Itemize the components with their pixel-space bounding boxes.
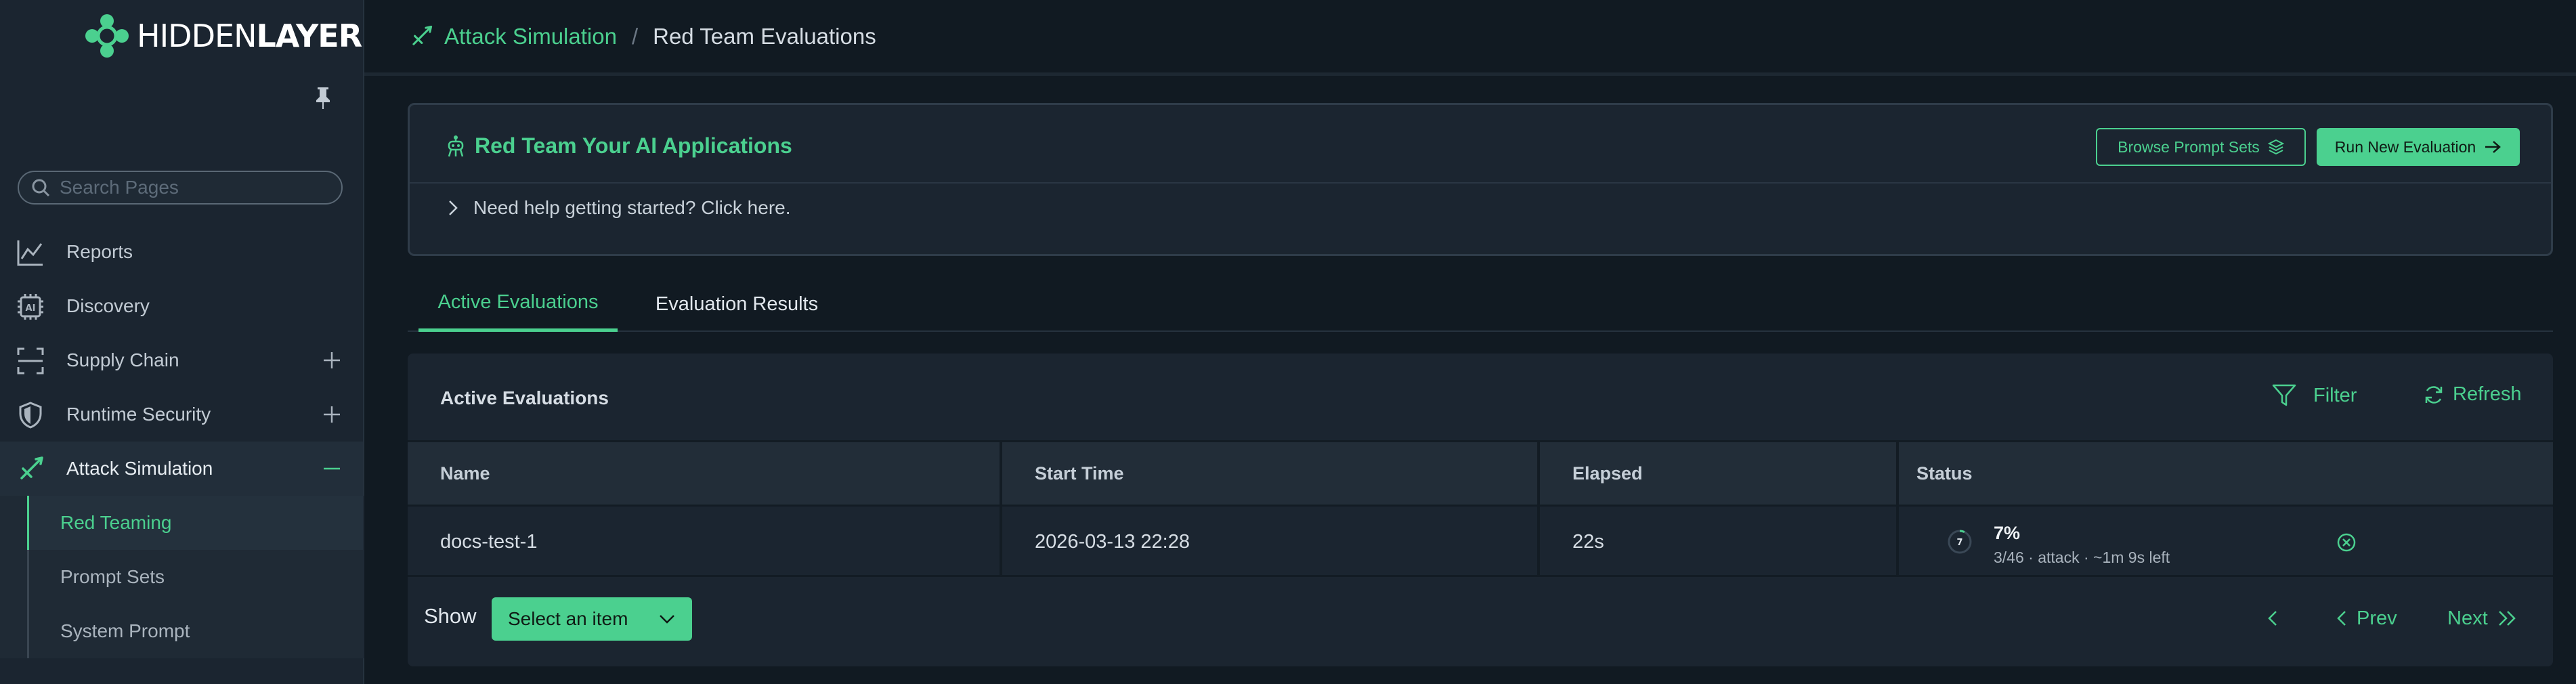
- sidebar-item-supply-chain[interactable]: Supply Chain: [0, 333, 363, 387]
- sidebar-item-label: Reports: [66, 241, 133, 262]
- card-header: Active Evaluations Filter Refresh: [408, 354, 2553, 440]
- status-detail: 3/46 · attack · ~1m 9s left: [1994, 549, 2170, 566]
- sidebar-item-label: Supply Chain: [66, 349, 179, 370]
- column-header-status[interactable]: Status: [1899, 442, 2553, 505]
- brand-name: HIDDENLAYER: [137, 18, 362, 54]
- chevron-down-icon: [660, 615, 674, 624]
- card-title: Active Evaluations: [440, 387, 609, 408]
- page-size-select[interactable]: Select an item: [492, 597, 692, 641]
- table-row[interactable]: docs-test-1 2026-03-13 22:28 22s 7 7% 3/…: [408, 507, 2553, 577]
- cell-elapsed: 22s: [1540, 507, 1899, 577]
- refresh-label: Refresh: [2453, 383, 2522, 405]
- sword-icon: [20, 456, 43, 479]
- search-box[interactable]: [18, 171, 343, 205]
- refresh-icon: [2425, 385, 2443, 404]
- next-label: Next: [2447, 607, 2488, 629]
- search-icon: [32, 179, 50, 197]
- filter-label: Filter: [2313, 384, 2357, 406]
- search-input[interactable]: [60, 177, 330, 198]
- tab-active-evaluations[interactable]: Active Evaluations: [418, 276, 618, 332]
- sidebar: HIDDENLAYER Reports AI Discovery Supply …: [0, 0, 364, 684]
- page-size-select-value: Select an item: [508, 608, 628, 629]
- banner-title: Red Team Your AI Applications: [475, 133, 792, 158]
- sidebar-subitem-red-teaming[interactable]: Red Teaming: [27, 496, 363, 550]
- refresh-button[interactable]: Refresh: [2423, 383, 2522, 406]
- banner-header: Red Team Your AI Applications Browse Pro…: [410, 105, 2551, 184]
- next-page-button[interactable]: Next: [2447, 600, 2518, 637]
- arrow-right-icon: [2485, 141, 2502, 153]
- sidebar-subitem-prompt-sets[interactable]: Prompt Sets: [27, 550, 363, 604]
- chevron-left-icon: [2337, 611, 2346, 626]
- sidebar-item-runtime-security[interactable]: Runtime Security: [0, 387, 363, 442]
- layers-icon: [2267, 139, 2284, 155]
- browse-prompt-sets-button[interactable]: Browse Prompt Sets: [2096, 128, 2306, 166]
- tab-bar: Active Evaluations Evaluation Results: [408, 276, 2553, 332]
- help-text: Need help getting started? Click here.: [473, 197, 791, 218]
- breadcrumb-separator: /: [631, 23, 639, 49]
- chevron-left-icon: [2268, 611, 2277, 626]
- tab-evaluation-results[interactable]: Evaluation Results: [622, 276, 852, 332]
- cell-name: docs-test-1: [408, 507, 1002, 577]
- browse-prompt-sets-label: Browse Prompt Sets: [2118, 137, 2260, 156]
- tab-label: Evaluation Results: [655, 293, 819, 315]
- column-header-label: Name: [440, 463, 490, 484]
- cell-status: 7 7% 3/46 · attack · ~1m 9s left: [1923, 507, 2553, 577]
- column-header-start-time[interactable]: Start Time: [1002, 442, 1540, 505]
- chart-line-icon: [17, 240, 43, 266]
- help-expander[interactable]: Need help getting started? Click here.: [448, 197, 791, 219]
- plus-icon[interactable]: [322, 405, 341, 424]
- show-label: Show: [424, 604, 477, 628]
- status-progress: 7%: [1994, 523, 2021, 543]
- sidebar-subitem-label: System Prompt: [60, 620, 190, 641]
- table-footer: Show Select an item Prev Next: [408, 577, 2553, 666]
- column-header-elapsed[interactable]: Elapsed: [1540, 442, 1899, 505]
- svg-text:AI: AI: [26, 303, 36, 314]
- sidebar-subitem-label: Prompt Sets: [60, 566, 165, 587]
- sword-icon: [412, 25, 433, 45]
- sidebar-subnav: Red Teaming Prompt Sets System Prompt: [0, 496, 364, 658]
- sidebar-item-label: Discovery: [66, 295, 150, 316]
- chevron-right-icon: [449, 200, 458, 215]
- ai-chip-icon: AI: [18, 294, 43, 320]
- red-team-banner: Red Team Your AI Applications Browse Pro…: [408, 103, 2553, 256]
- sidebar-subitem-system-prompt[interactable]: System Prompt: [27, 604, 363, 658]
- table-header: Name Start Time Elapsed Status: [408, 440, 2553, 507]
- breadcrumb: Attack Simulation / Red Team Evaluations: [364, 0, 2576, 76]
- sidebar-item-reports[interactable]: Reports: [0, 225, 363, 279]
- filter-icon: [2272, 384, 2296, 406]
- page-title: Red Team Evaluations: [653, 23, 876, 49]
- run-new-evaluation-button[interactable]: Run New Evaluation: [2317, 128, 2520, 166]
- active-evaluations-card: Active Evaluations Filter Refresh Name S…: [408, 354, 2553, 666]
- hiddenlayer-logo-icon: [85, 14, 129, 58]
- tab-label: Active Evaluations: [437, 291, 599, 313]
- scan-frame-icon: [17, 347, 44, 375]
- progress-ring-value: 7: [1956, 538, 1962, 548]
- cancel-evaluation-icon[interactable]: [2336, 532, 2357, 553]
- pin-icon[interactable]: [313, 86, 333, 110]
- robot-icon: [448, 135, 464, 157]
- minus-icon[interactable]: [322, 459, 341, 478]
- progress-ring-icon: 7: [1948, 530, 1972, 554]
- prev-label: Prev: [2357, 607, 2397, 629]
- prev-page-button[interactable]: Prev: [2336, 600, 2397, 637]
- column-header-label: Start Time: [1035, 463, 1124, 484]
- plus-icon[interactable]: [322, 351, 341, 370]
- column-header-name[interactable]: Name: [408, 442, 1002, 505]
- column-header-label: Elapsed: [1572, 463, 1643, 484]
- logo[interactable]: HIDDENLAYER: [84, 12, 362, 60]
- sidebar-item-label: Attack Simulation: [66, 458, 213, 479]
- filter-button[interactable]: Filter: [2271, 383, 2357, 408]
- first-page-button[interactable]: [2267, 600, 2278, 637]
- sidebar-item-discovery[interactable]: AI Discovery: [0, 279, 363, 333]
- sidebar-subitem-label: Red Teaming: [60, 512, 172, 533]
- sidebar-item-attack-simulation[interactable]: Attack Simulation: [0, 442, 363, 496]
- run-new-evaluation-label: Run New Evaluation: [2334, 137, 2476, 156]
- column-header-label: Status: [1916, 463, 1973, 484]
- double-chevron-right-icon: [2498, 611, 2516, 626]
- breadcrumb-parent-link[interactable]: Attack Simulation: [444, 24, 617, 49]
- sidebar-item-label: Runtime Security: [66, 404, 211, 425]
- shield-icon: [19, 402, 42, 429]
- cell-start-time: 2026-03-13 22:28: [1002, 507, 1540, 577]
